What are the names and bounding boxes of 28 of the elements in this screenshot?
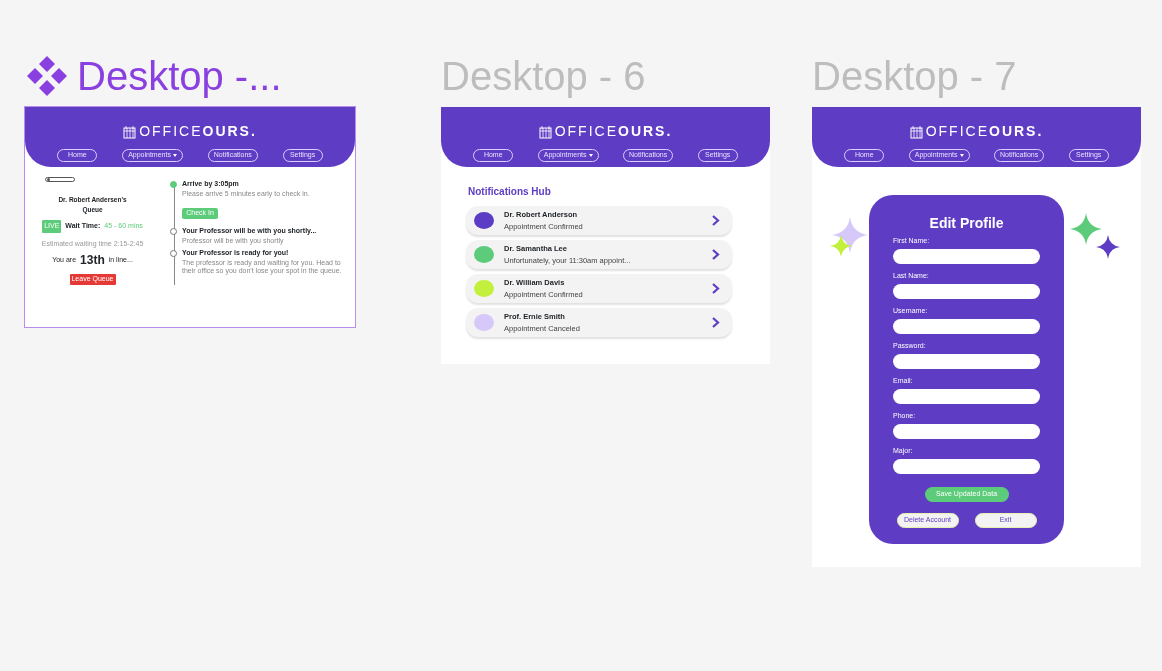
logo-text: OFFICEOURS.: [925, 122, 1044, 141]
input-field[interactable]: [893, 354, 1040, 369]
input-field[interactable]: [893, 424, 1040, 439]
logo-text: OFFICEOURS.: [139, 122, 257, 141]
chevron-right-icon: [712, 317, 720, 328]
position-number: 13th: [80, 252, 105, 269]
chevron-right-icon: [712, 283, 720, 294]
sparkle-icon: [1070, 213, 1102, 245]
toggle-icon[interactable]: [45, 177, 75, 182]
caret-icon: [588, 154, 593, 157]
component-icon: [25, 54, 69, 98]
building-icon: [909, 124, 923, 139]
building-icon: [538, 124, 552, 139]
input-field[interactable]: [893, 459, 1040, 474]
frame-title[interactable]: Desktop -...: [77, 52, 282, 100]
chevron-right-icon: [712, 215, 720, 226]
logo-text: OFFICEOURS.: [554, 122, 673, 141]
input-field[interactable]: [893, 319, 1040, 334]
caret-icon: [172, 154, 177, 157]
input-field[interactable]: [893, 284, 1040, 299]
caret-icon: [959, 154, 964, 157]
chevron-right-icon: [712, 249, 720, 260]
input-field[interactable]: [893, 249, 1040, 264]
form-title: Edit Profile: [928, 214, 1005, 233]
sparkle-icon: [1096, 235, 1120, 259]
building-icon: [123, 124, 137, 139]
section-heading: Notifications Hub: [468, 185, 552, 199]
input-field[interactable]: [893, 389, 1040, 404]
